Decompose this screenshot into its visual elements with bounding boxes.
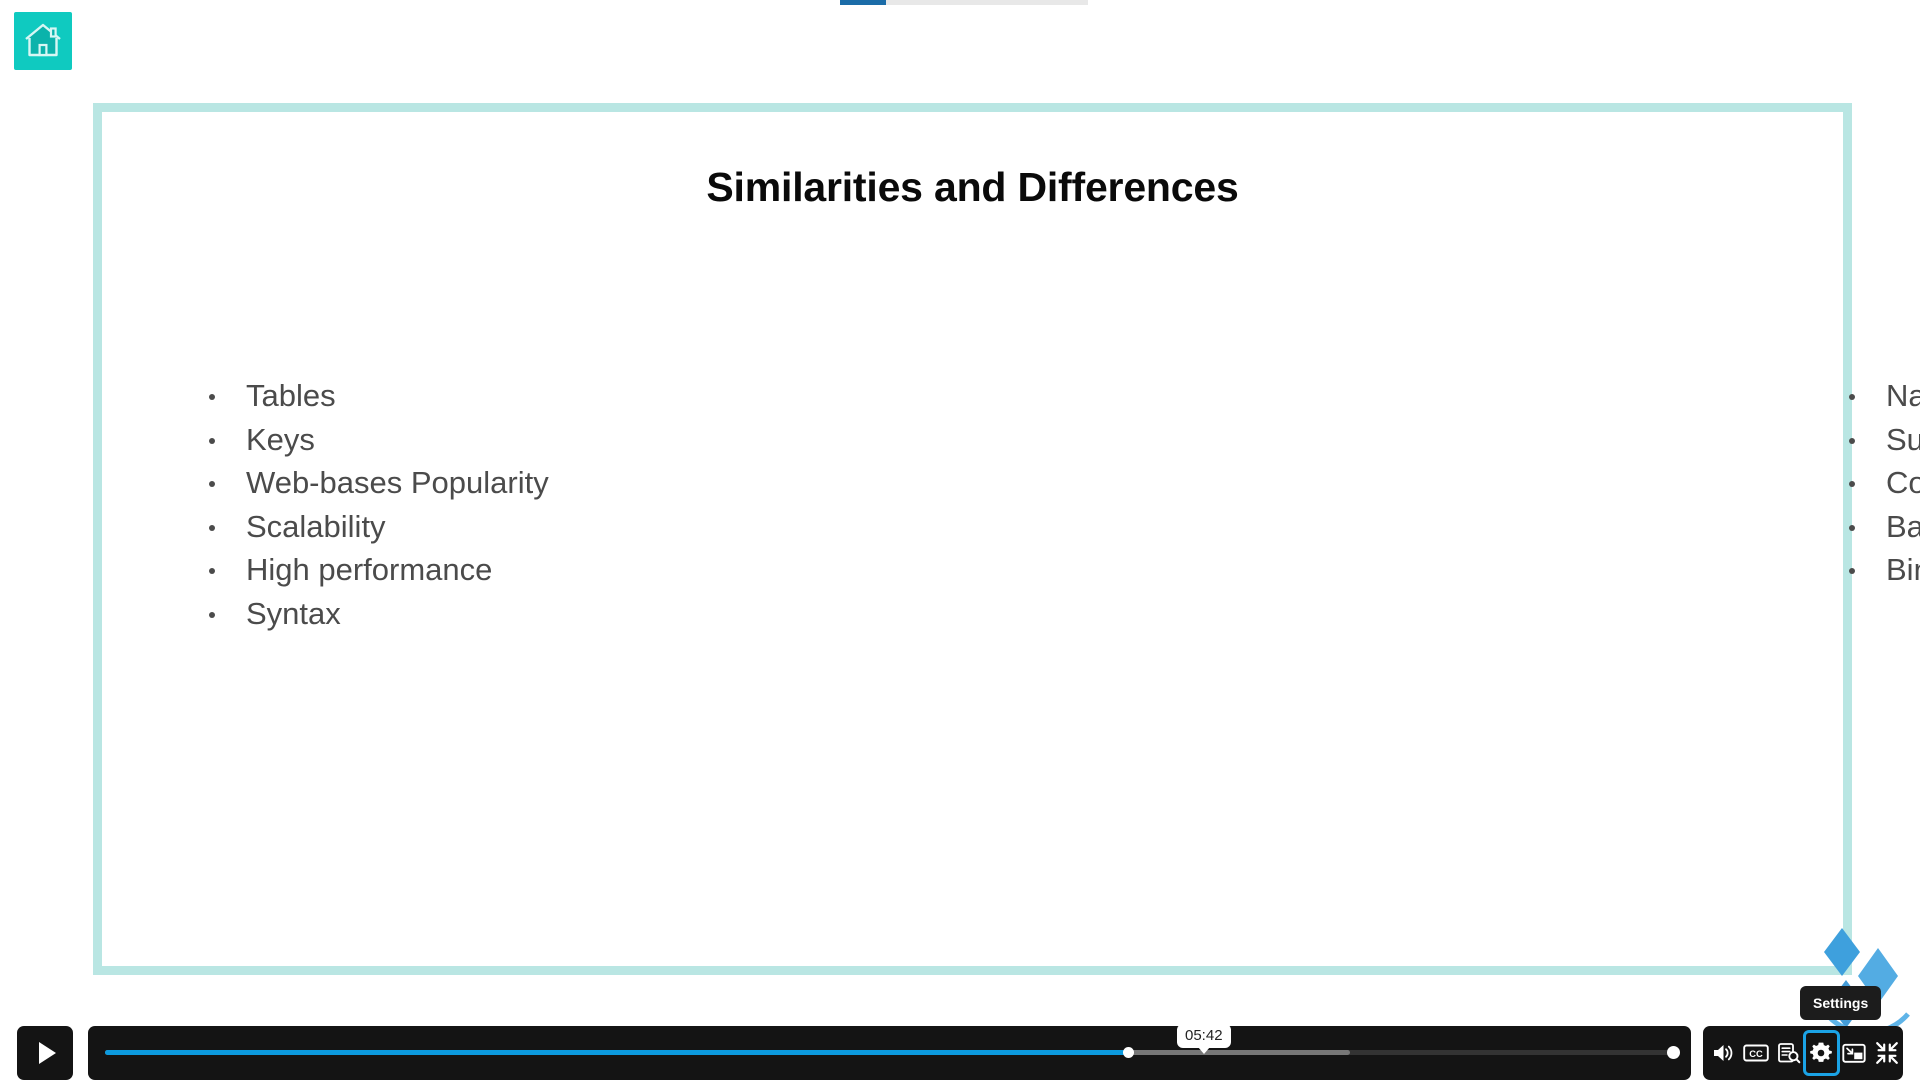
home-button[interactable] bbox=[14, 12, 72, 70]
presentation-player: Similarities and Differences Tables Keys… bbox=[0, 0, 1920, 1080]
transcript-button[interactable] bbox=[1773, 1033, 1804, 1073]
player-right-controls: CC bbox=[1703, 1026, 1903, 1080]
seek-track[interactable]: 05:42 bbox=[105, 1024, 1680, 1059]
seek-handle[interactable] bbox=[1123, 1047, 1134, 1058]
list-item: Syntax bbox=[203, 592, 862, 636]
settings-button[interactable] bbox=[1803, 1030, 1840, 1076]
settings-tooltip: Settings bbox=[1800, 986, 1882, 1020]
time-tooltip: 05:42 bbox=[1177, 1024, 1231, 1054]
volume-button[interactable] bbox=[1708, 1033, 1739, 1073]
list-item: Keys bbox=[203, 418, 862, 462]
gear-icon bbox=[1809, 1041, 1833, 1065]
player-control-bar: 05:42 CC bbox=[0, 1024, 1920, 1080]
list-item: Backup bbox=[1843, 505, 1920, 549]
seek-progress bbox=[105, 1050, 1128, 1055]
bullet-list-similarities: Tables Keys Web-bases Popularity Scalabi… bbox=[203, 374, 862, 635]
volume-icon bbox=[1711, 1042, 1735, 1064]
captions-button[interactable]: CC bbox=[1741, 1033, 1772, 1073]
list-item: Binary Collections bbox=[1843, 548, 1920, 592]
transcript-search-icon bbox=[1777, 1042, 1801, 1064]
top-progress-bar[interactable] bbox=[840, 0, 1088, 5]
list-item: Web-bases Popularity bbox=[203, 461, 862, 505]
slide-title: Similarities and Differences bbox=[706, 164, 1239, 210]
svg-text:CC: CC bbox=[1749, 1048, 1763, 1059]
exit-fullscreen-button[interactable] bbox=[1871, 1033, 1902, 1073]
list-item: Native Compatibility bbox=[1843, 374, 1920, 418]
list-item: High performance bbox=[203, 548, 862, 592]
picture-in-picture-icon bbox=[1842, 1043, 1866, 1064]
closed-captions-icon: CC bbox=[1743, 1043, 1769, 1063]
home-icon bbox=[23, 22, 63, 60]
play-icon bbox=[38, 1042, 56, 1064]
list-item: Support bbox=[1843, 418, 1920, 462]
slide-frame: Similarities and Differences Tables Keys… bbox=[93, 103, 1920, 975]
exit-fullscreen-icon bbox=[1875, 1041, 1899, 1065]
seek-bar[interactable]: 05:42 bbox=[88, 1024, 1691, 1080]
slide-columns: Tables Keys Web-bases Popularity Scalabi… bbox=[102, 374, 1920, 635]
column-similarities: Tables Keys Web-bases Popularity Scalabi… bbox=[102, 374, 862, 635]
list-item: Tables bbox=[203, 374, 862, 418]
play-button[interactable] bbox=[17, 1026, 73, 1080]
list-item: Scalability bbox=[203, 505, 862, 549]
top-progress-fill bbox=[840, 0, 886, 5]
list-item: Cost Efficiency bbox=[1843, 461, 1920, 505]
seek-end-handle[interactable] bbox=[1667, 1046, 1680, 1059]
column-differences: Native Compatibility Support Cost Effici… bbox=[862, 374, 1920, 635]
picture-in-picture-button[interactable] bbox=[1839, 1033, 1870, 1073]
